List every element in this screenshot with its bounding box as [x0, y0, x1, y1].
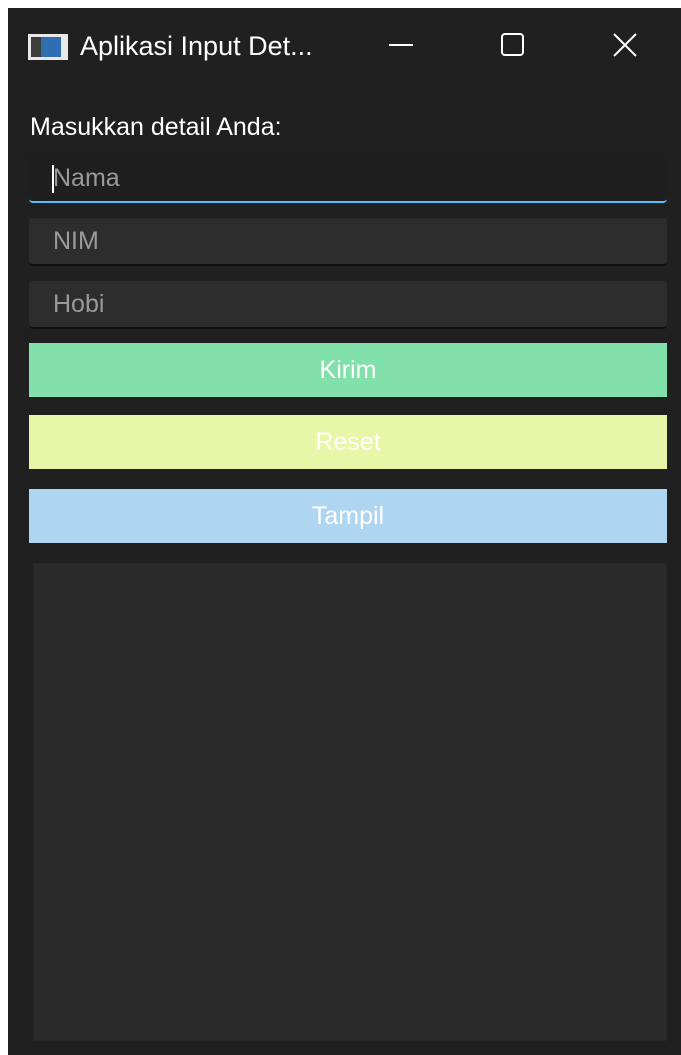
minimize-button[interactable] [345, 8, 457, 86]
reset-button-label: Reset [315, 427, 381, 456]
maximize-icon [500, 32, 526, 63]
kirim-button-label: Kirim [319, 355, 377, 384]
window-title: Aplikasi Input Det... [80, 31, 313, 61]
reset-button[interactable]: Reset [29, 415, 667, 469]
close-button[interactable] [569, 8, 681, 86]
app-icon [28, 34, 68, 60]
text-caret [52, 165, 54, 193]
nim-input[interactable] [29, 218, 667, 264]
hobi-field[interactable] [29, 281, 667, 329]
form-prompt-label: Masukkan detail Anda: [30, 113, 282, 141]
nama-field[interactable] [29, 155, 667, 203]
hobi-input[interactable] [29, 281, 667, 327]
tampil-button[interactable]: Tampil [29, 489, 667, 543]
maximize-button[interactable] [457, 8, 569, 86]
nim-field[interactable] [29, 218, 667, 266]
close-icon [612, 32, 638, 63]
minimize-icon [388, 32, 414, 63]
window-content: Masukkan detail Anda: Kirim Reset Tampil [8, 86, 681, 1055]
tampil-button-label: Tampil [311, 501, 385, 530]
output-text-area[interactable] [33, 563, 667, 1041]
nama-input[interactable] [29, 155, 667, 201]
kirim-button[interactable]: Kirim [29, 343, 667, 397]
title-bar[interactable]: Aplikasi Input Det... [8, 8, 681, 86]
app-window: Aplikasi Input Det... Masukkan detail An… [8, 8, 681, 1055]
